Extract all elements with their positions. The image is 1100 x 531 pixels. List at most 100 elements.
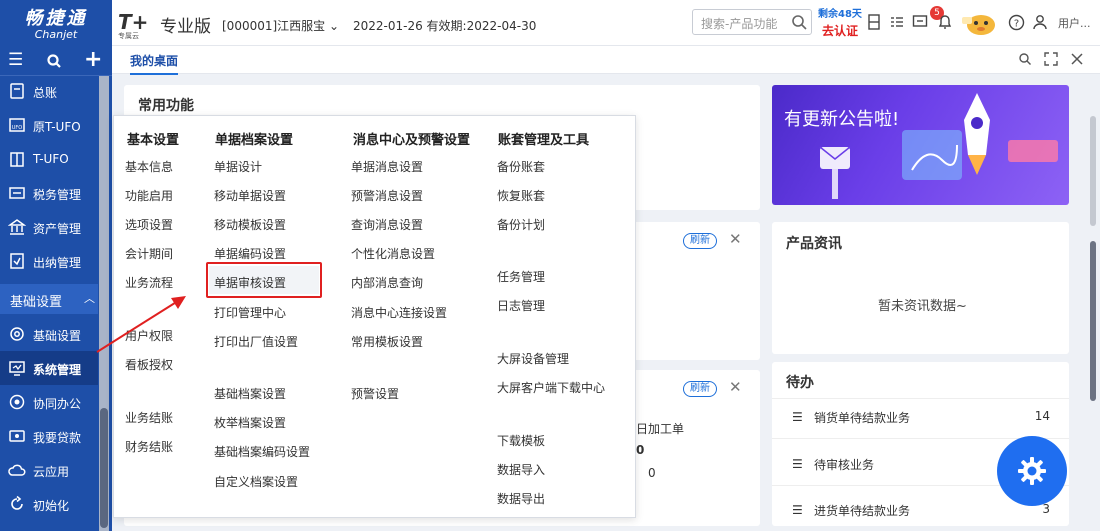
menu-item[interactable]: 功能启用: [125, 187, 173, 204]
menu-item[interactable]: 打印管理中心: [214, 304, 286, 321]
bank-icon: [8, 219, 26, 235]
todo-count: 3: [1042, 502, 1050, 516]
sidebar-item-t-ufo[interactable]: T-UFO: [0, 142, 98, 176]
menu-item[interactable]: 单据消息设置: [351, 158, 423, 175]
refresh-button[interactable]: 刷新: [683, 381, 717, 397]
menu-header-document-archive-settings: 单据档案设置: [215, 133, 294, 148]
close-widget-icon[interactable]: ✕: [729, 378, 742, 396]
search-icon[interactable]: [790, 13, 808, 31]
tab-bar: 我的桌面: [112, 46, 1100, 75]
menu-item[interactable]: 任务管理: [497, 268, 545, 285]
product-news-title: 产品资讯: [786, 236, 842, 252]
menu-item[interactable]: 财务结账: [125, 438, 173, 455]
menu-item[interactable]: 个性化消息设置: [351, 245, 435, 262]
close-tab-icon[interactable]: [1070, 52, 1084, 66]
announcement-banner[interactable]: 有更新公告啦!: [772, 85, 1069, 205]
mascot-icon[interactable]: [960, 9, 1002, 37]
trial-status[interactable]: 剩余48天 去认证: [818, 7, 862, 39]
sidebar-item-label: 云应用: [33, 465, 70, 479]
document-icon[interactable]: [866, 14, 882, 30]
sidebar-item-general-ledger[interactable]: 总账: [0, 74, 98, 108]
menu-item[interactable]: 移动模板设置: [214, 216, 286, 233]
menu-item[interactable]: 备份计划: [497, 216, 545, 233]
message-icon[interactable]: [912, 14, 928, 30]
menu-item[interactable]: 查询消息设置: [351, 216, 423, 233]
trial-days: 剩余48天: [818, 9, 862, 20]
menu-item[interactable]: 预警消息设置: [351, 187, 423, 204]
settings-float-button[interactable]: [997, 436, 1067, 506]
menu-item[interactable]: 备份账套: [497, 158, 545, 175]
menu-item[interactable]: 内部消息查询: [351, 274, 423, 291]
menu-item[interactable]: 打印出厂值设置: [214, 333, 298, 350]
sidebar-scrollbar-thumb[interactable]: [100, 408, 108, 528]
chanjet-logo[interactable]: 畅捷通 Chanjet: [0, 0, 112, 46]
chevron-up-icon[interactable]: ︿: [84, 290, 95, 306]
certify-link[interactable]: 去认证: [818, 23, 862, 39]
menu-item[interactable]: 枚举档案设置: [214, 414, 286, 431]
sidebar-item-initialization[interactable]: 初始化: [0, 487, 98, 521]
fullscreen-icon[interactable]: [1044, 52, 1058, 66]
sidebar-item-cloud-apps[interactable]: 云应用: [0, 453, 98, 487]
sidebar-search-icon[interactable]: [46, 53, 62, 69]
refresh-button[interactable]: 刷新: [683, 233, 717, 249]
add-icon[interactable]: +: [84, 47, 102, 72]
tab-search-icon[interactable]: [1018, 52, 1032, 66]
menu-item[interactable]: 基础档案编码设置: [214, 443, 310, 460]
menu-item[interactable]: 自定义档案设置: [214, 473, 298, 490]
sidebar-item-collaboration[interactable]: 协同办公: [0, 385, 98, 419]
menu-item[interactable]: 业务结账: [125, 409, 173, 426]
user-icon[interactable]: [1032, 14, 1048, 30]
menu-item[interactable]: 消息中心连接设置: [351, 304, 447, 321]
menu-item[interactable]: 选项设置: [125, 216, 173, 233]
collapse-menu-icon[interactable]: ☰: [8, 50, 23, 70]
sidebar-item-tax[interactable]: 税务管理: [0, 176, 98, 210]
help-icon[interactable]: ?: [1008, 14, 1025, 31]
search-box[interactable]: 搜索-产品功能: [692, 9, 812, 35]
menu-item[interactable]: 基础档案设置: [214, 385, 286, 402]
sidebar-scrollbar[interactable]: [99, 76, 109, 531]
menu-item[interactable]: 恢复账套: [497, 187, 545, 204]
sidebar-item-assets[interactable]: 资产管理: [0, 210, 98, 244]
menu-item[interactable]: 下载模板: [497, 432, 545, 449]
sidebar-item-label: 资产管理: [33, 222, 82, 236]
sidebar-group-basic-settings[interactable]: 基础设置 ︿: [0, 284, 98, 314]
menu-item[interactable]: 单据设计: [214, 158, 262, 175]
todo-item[interactable]: ☰ 销货单待结款业务 14: [792, 409, 1050, 429]
menu-header-account-tools: 账套管理及工具: [498, 133, 590, 148]
sidebar-item-system-management[interactable]: 系统管理: [0, 351, 98, 385]
search-input[interactable]: 搜索-产品功能: [701, 15, 777, 32]
menu-item[interactable]: 数据导出: [497, 490, 545, 507]
todo-label: 进货单待结款业务: [814, 504, 911, 518]
menu-item[interactable]: 看板授权: [125, 356, 173, 373]
close-widget-icon[interactable]: ✕: [729, 230, 742, 248]
menu-item[interactable]: 单据编码设置: [214, 245, 286, 262]
tab-my-desktop[interactable]: 我的桌面: [130, 52, 179, 75]
sidebar-item-loan[interactable]: 我要贷款: [0, 419, 98, 453]
scrollbar-track: [1090, 116, 1096, 226]
bell-icon[interactable]: [937, 14, 953, 30]
sidebar-item-label: 税务管理: [33, 188, 82, 202]
todo-item[interactable]: ☰ 进货单待结款业务 3: [792, 502, 1050, 522]
menu-item[interactable]: 常用模板设置: [351, 333, 423, 350]
sidebar-item-basic-settings[interactable]: 基础设置: [0, 317, 98, 351]
system-management-menu: 基本设置 基本信息 功能启用 选项设置 会计期间 业务流程 用户权限 看板授权 …: [113, 115, 636, 518]
menu-item[interactable]: 业务流程: [125, 274, 173, 291]
menu-item[interactable]: 大屏客户端下载中心: [497, 379, 605, 396]
login-date-validity: 2022-01-26 有效期:2022-04-30: [353, 19, 537, 33]
sidebar-item-original-t-ufo[interactable]: UFO 原T-UFO: [0, 108, 98, 142]
menu-item[interactable]: 移动单据设置: [214, 187, 286, 204]
menu-item[interactable]: 基本信息: [125, 158, 173, 175]
menu-item[interactable]: 会计期间: [125, 245, 173, 262]
sidebar-item-cashier[interactable]: 出纳管理: [0, 244, 98, 278]
menu-item[interactable]: 预警设置: [351, 385, 399, 402]
scrollbar-thumb[interactable]: [1090, 241, 1096, 401]
menu-item[interactable]: 数据导入: [497, 461, 545, 478]
menu-item[interactable]: 日志管理: [497, 297, 545, 314]
username[interactable]: 用户...: [1058, 15, 1091, 31]
menu-item[interactable]: 用户权限: [125, 327, 173, 344]
menu-item[interactable]: 大屏设备管理: [497, 350, 569, 367]
tax-icon: [9, 187, 25, 199]
main-scrollbar[interactable]: [1088, 86, 1098, 526]
account-selector[interactable]: [000001]江西服宝 ⌄: [222, 17, 339, 34]
task-list-icon[interactable]: [889, 14, 905, 30]
